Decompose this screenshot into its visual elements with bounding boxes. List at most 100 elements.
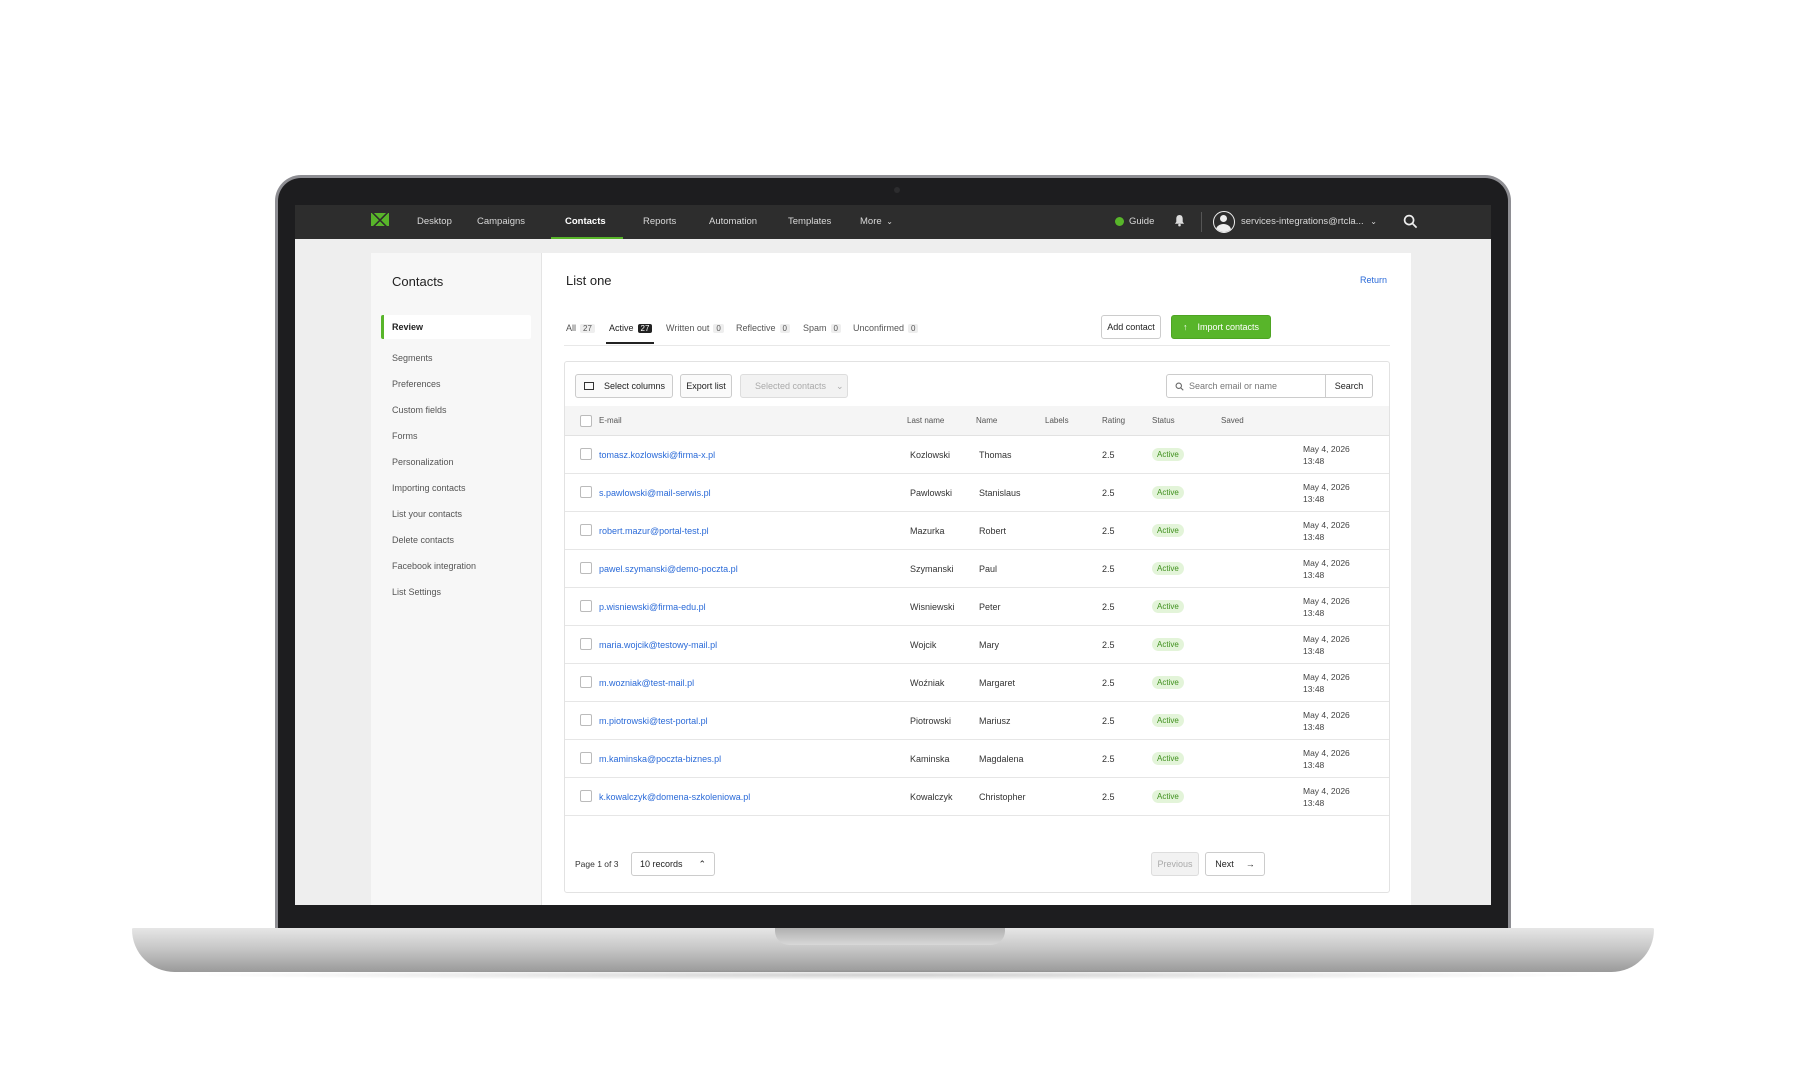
sidebar-item-importing-contacts[interactable]: Importing contacts [392,483,466,493]
saved-timestamp: May 4, 2026 13:48 [1303,595,1350,619]
contact-rating: 2.5 [1102,792,1115,802]
account-menu[interactable]: services-integrations@rtcla... ⌄ [1241,205,1377,239]
select-columns-button[interactable]: Select columns [575,374,673,398]
row-checkbox[interactable] [580,790,592,802]
row-checkbox[interactable] [580,486,592,498]
contact-name: Thomas [979,450,1012,460]
column-header-status[interactable]: Status [1152,416,1175,425]
table-row[interactable]: robert.mazur@portal-test.pl Mazurka Robe… [565,512,1389,550]
contact-email-link[interactable]: tomasz.kozlowski@firma-x.pl [599,450,715,460]
row-checkbox[interactable] [580,714,592,726]
row-checkbox[interactable] [580,524,592,536]
row-checkbox[interactable] [580,638,592,650]
sidebar-item-list-settings[interactable]: List Settings [392,587,441,597]
table-row[interactable]: maria.wojcik@testowy-mail.pl Wojcik Mary… [565,626,1389,664]
contact-email-link[interactable]: s.pawlowski@mail-serwis.pl [599,488,711,498]
sidebar-item-review[interactable]: Review [381,315,531,339]
nav-item-automation[interactable]: Automation [709,205,757,239]
logo-icon[interactable] [371,213,389,226]
bell-icon[interactable] [1174,214,1185,227]
column-header-last-name[interactable]: Last name [907,416,944,425]
nav-item-desktop[interactable]: Desktop [417,205,452,239]
contact-email-link[interactable]: m.wozniak@test-mail.pl [599,678,694,688]
row-checkbox[interactable] [580,448,592,460]
saved-date: May 4, 2026 [1303,634,1350,644]
nav-item-campaigns[interactable]: Campaigns [477,205,525,239]
import-contacts-button[interactable]: ↑ Import contacts [1171,315,1271,339]
sidebar-item-preferences[interactable]: Preferences [392,379,441,389]
contact-email-link[interactable]: p.wisniewski@firma-edu.pl [599,602,706,612]
add-contact-button[interactable]: Add contact [1101,315,1161,339]
row-checkbox[interactable] [580,600,592,612]
contact-email-link[interactable]: pawel.szymanski@demo-poczta.pl [599,564,738,574]
column-header-labels[interactable]: Labels [1045,416,1069,425]
guide-link[interactable]: Guide [1129,205,1154,239]
select-all-checkbox[interactable] [580,415,592,427]
avatar[interactable] [1213,211,1235,233]
select-columns-label: Select columns [604,381,666,391]
status-badge: Active [1152,714,1184,727]
contact-email-link[interactable]: m.kaminska@poczta-biznes.pl [599,754,721,764]
row-checkbox[interactable] [580,562,592,574]
column-header-rating[interactable]: Rating [1102,416,1125,425]
row-checkbox[interactable] [580,752,592,764]
nav-item-contacts[interactable]: Contacts [565,205,606,239]
sidebar-item-segments[interactable]: Segments [392,353,433,363]
tab-spam[interactable]: Spam 0 [803,323,841,333]
table-row[interactable]: tomasz.kozlowski@firma-x.pl Kozlowski Th… [565,436,1389,474]
search-input[interactable]: Search email or name [1166,374,1326,398]
tab-written-out[interactable]: Written out 0 [666,323,724,333]
contact-last-name: Woźniak [910,678,945,688]
tab-reflective[interactable]: Reflective 0 [736,323,790,333]
sidebar-item-custom-fields[interactable]: Custom fields [392,405,447,415]
contact-last-name: Wojcik [910,640,937,650]
status-badge: Active [1152,676,1184,689]
table-row[interactable]: m.kaminska@poczta-biznes.pl Kaminska Mag… [565,740,1389,778]
return-link[interactable]: Return [1360,275,1387,285]
table-row[interactable]: m.wozniak@test-mail.pl Woźniak Margaret … [565,664,1389,702]
next-button[interactable]: Next → [1205,852,1265,876]
contact-email-link[interactable]: robert.mazur@portal-test.pl [599,526,709,536]
sidebar-item-personalization[interactable]: Personalization [392,457,454,467]
table-row[interactable]: m.piotrowski@test-portal.pl Piotrowski M… [565,702,1389,740]
export-list-button[interactable]: Export list [680,374,732,398]
search-icon[interactable] [1403,214,1418,229]
sidebar-item-facebook-integration[interactable]: Facebook integration [392,561,476,571]
table-row[interactable]: pawel.szymanski@demo-poczta.pl Szymanski… [565,550,1389,588]
contact-email-link[interactable]: m.piotrowski@test-portal.pl [599,716,708,726]
arrow-right-icon: → [1245,859,1255,869]
saved-time: 13:48 [1303,760,1325,770]
saved-time: 13:48 [1303,456,1325,466]
table-row[interactable]: k.kowalczyk@domena-szkoleniowa.pl Kowalc… [565,778,1389,816]
tab-all[interactable]: All 27 [566,323,595,333]
contact-name: Magdalena [979,754,1024,764]
main-panel: List one Return All 27 Active 27 Written o… [541,253,1411,905]
sidebar-item-list-your-contacts[interactable]: List your contacts [392,509,462,519]
tab-label: All [566,323,577,333]
tab-label: Reflective [736,323,776,333]
selected-contacts-dropdown[interactable]: Selected contacts ⌄ [740,374,848,398]
column-header-email[interactable]: E-mail [599,416,622,425]
tab-unconfirmed[interactable]: Unconfirmed 0 [853,323,919,333]
contact-email-link[interactable]: k.kowalczyk@domena-szkoleniowa.pl [599,792,750,802]
tab-active[interactable]: Active 27 [609,323,653,333]
records-per-page-select[interactable]: 10 records ⌃ [631,852,715,876]
nav-item-more[interactable]: More ⌄ [860,205,893,239]
nav-active-underline [551,237,623,239]
table-row[interactable]: p.wisniewski@firma-edu.pl Wisniewski Pet… [565,588,1389,626]
search-button[interactable]: Search [1325,374,1373,398]
column-header-name[interactable]: Name [976,416,997,425]
sidebar-item-delete-contacts[interactable]: Delete contacts [392,535,454,545]
row-checkbox[interactable] [580,676,592,688]
nav-item-templates[interactable]: Templates [788,205,831,239]
column-header-saved[interactable]: Saved [1221,416,1244,425]
nav-item-reports[interactable]: Reports [643,205,676,239]
contact-last-name: Kowalczyk [910,792,953,802]
saved-date: May 4, 2026 [1303,672,1350,682]
sidebar-item-forms[interactable]: Forms [392,431,418,441]
saved-date: May 4, 2026 [1303,520,1350,530]
contact-email-link[interactable]: maria.wojcik@testowy-mail.pl [599,640,717,650]
previous-button[interactable]: Previous [1151,852,1199,876]
saved-time: 13:48 [1303,646,1325,656]
table-row[interactable]: s.pawlowski@mail-serwis.pl Pawlowski Sta… [565,474,1389,512]
